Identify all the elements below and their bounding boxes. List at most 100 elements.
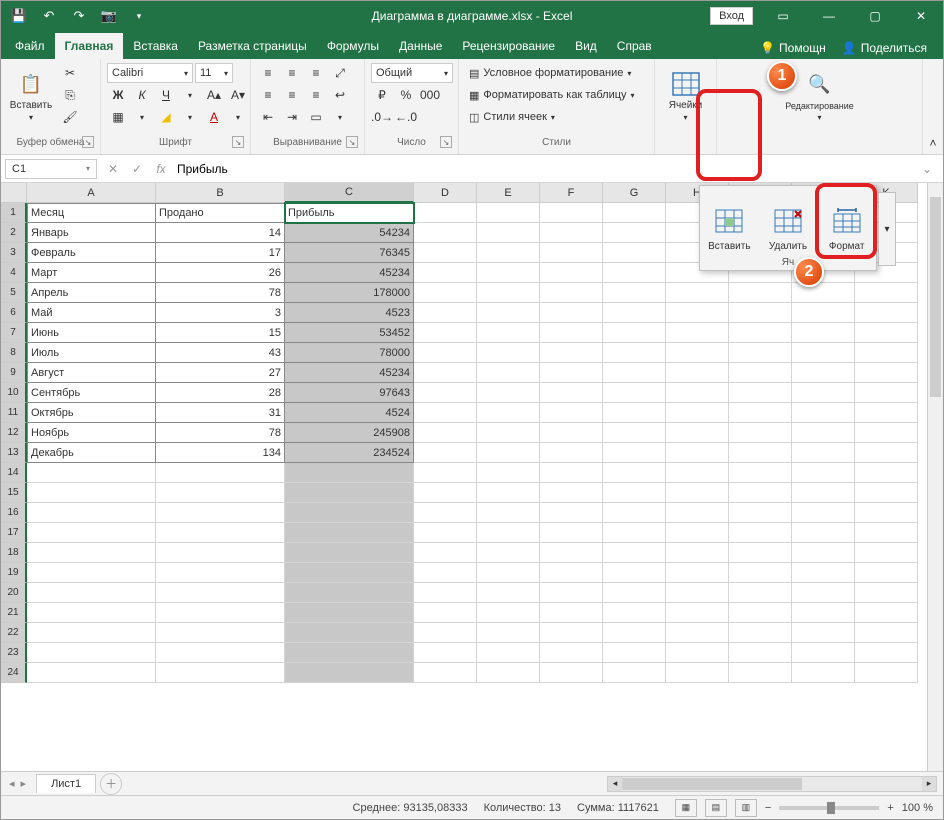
cell[interactable]	[156, 603, 285, 623]
cell[interactable]	[27, 483, 156, 503]
italic-button[interactable]: К	[131, 85, 153, 105]
cell[interactable]	[666, 623, 729, 643]
cell[interactable]	[603, 343, 666, 363]
copy-icon[interactable]: ⎘	[59, 85, 81, 105]
cell[interactable]	[27, 663, 156, 683]
cell[interactable]	[855, 383, 918, 403]
cell[interactable]	[666, 423, 729, 443]
cell[interactable]	[540, 643, 603, 663]
collapse-ribbon-icon[interactable]: ˄	[923, 59, 943, 154]
cell[interactable]	[603, 563, 666, 583]
cell[interactable]	[603, 543, 666, 563]
cell[interactable]	[414, 243, 477, 263]
row-header[interactable]: 18	[1, 543, 27, 563]
cell[interactable]	[27, 503, 156, 523]
cell[interactable]	[666, 523, 729, 543]
cell[interactable]	[540, 543, 603, 563]
cell[interactable]	[855, 463, 918, 483]
expand-formula-bar-icon[interactable]: ⌄	[915, 159, 939, 179]
cell[interactable]: Май	[27, 303, 156, 323]
cell[interactable]	[540, 443, 603, 463]
cell[interactable]	[729, 643, 792, 663]
cell[interactable]	[603, 583, 666, 603]
cell[interactable]	[27, 583, 156, 603]
cell[interactable]	[855, 303, 918, 323]
decrease-font-icon[interactable]: A▾	[227, 85, 249, 105]
align-left-icon[interactable]: ≡	[257, 85, 279, 105]
fill-more[interactable]: ▾	[179, 107, 201, 127]
increase-font-icon[interactable]: A▴	[203, 85, 225, 105]
row-header[interactable]: 13	[1, 443, 27, 463]
cell[interactable]	[414, 563, 477, 583]
cell[interactable]: 78	[156, 423, 285, 443]
cell[interactable]	[477, 263, 540, 283]
cell[interactable]	[540, 203, 603, 223]
cell[interactable]	[540, 243, 603, 263]
cell[interactable]	[603, 323, 666, 343]
row-header[interactable]: 6	[1, 303, 27, 323]
cell[interactable]	[540, 223, 603, 243]
col-header-G[interactable]: G	[603, 183, 666, 203]
cell[interactable]	[540, 403, 603, 423]
cell[interactable]	[540, 463, 603, 483]
cell[interactable]	[414, 403, 477, 423]
cell[interactable]: 26	[156, 263, 285, 283]
cell[interactable]	[477, 583, 540, 603]
editing-button[interactable]: 🔍 Редактирование ▾	[796, 63, 844, 129]
cell[interactable]	[414, 463, 477, 483]
ribbon-display-options-icon[interactable]: ▭	[761, 1, 805, 31]
cell[interactable]	[792, 343, 855, 363]
cell[interactable]	[792, 583, 855, 603]
cell[interactable]	[477, 563, 540, 583]
cell[interactable]	[603, 243, 666, 263]
add-sheet-button[interactable]: ＋	[100, 773, 122, 795]
cell[interactable]	[285, 463, 414, 483]
cell[interactable]	[156, 543, 285, 563]
cell[interactable]	[729, 403, 792, 423]
fill-color-icon[interactable]: ◢	[155, 107, 177, 127]
cell[interactable]	[855, 543, 918, 563]
cell[interactable]	[285, 543, 414, 563]
wrap-text-icon[interactable]: ↩	[329, 85, 351, 105]
undo-icon[interactable]: ↶	[37, 4, 61, 28]
cell[interactable]	[414, 523, 477, 543]
cell[interactable]	[285, 583, 414, 603]
col-header-C[interactable]: C	[285, 183, 414, 203]
tab-insert[interactable]: Вставка	[123, 33, 188, 59]
col-header-B[interactable]: B	[156, 183, 285, 203]
cell[interactable]	[156, 563, 285, 583]
cell[interactable]	[477, 383, 540, 403]
cell[interactable]: 28	[156, 383, 285, 403]
cell[interactable]	[540, 483, 603, 503]
orientation-icon[interactable]: ⤢	[329, 63, 351, 83]
align-middle-icon[interactable]: ≡	[281, 63, 303, 83]
cell[interactable]	[855, 603, 918, 623]
row-header[interactable]: 5	[1, 283, 27, 303]
cell[interactable]	[729, 623, 792, 643]
decrease-indent-icon[interactable]: ⇤	[257, 107, 279, 127]
cell[interactable]	[792, 523, 855, 543]
cell[interactable]	[540, 303, 603, 323]
tab-view[interactable]: Вид	[565, 33, 607, 59]
cell[interactable]	[729, 503, 792, 523]
cell[interactable]	[27, 543, 156, 563]
cell[interactable]	[414, 483, 477, 503]
cell[interactable]	[414, 603, 477, 623]
cell[interactable]	[477, 363, 540, 383]
row-header[interactable]: 2	[1, 223, 27, 243]
cell[interactable]	[666, 323, 729, 343]
tab-page-layout[interactable]: Разметка страницы	[188, 33, 317, 59]
cell[interactable]	[855, 483, 918, 503]
share-button[interactable]: 👤Поделиться	[836, 37, 933, 59]
cell[interactable]	[855, 423, 918, 443]
clipboard-dialog-launcher[interactable]: ↘	[82, 136, 94, 148]
scroll-right-icon[interactable]: ▸	[922, 777, 936, 791]
cell[interactable]	[156, 643, 285, 663]
cell[interactable]	[792, 443, 855, 463]
cell[interactable]	[855, 283, 918, 303]
cell[interactable]	[540, 583, 603, 603]
row-header[interactable]: 23	[1, 643, 27, 663]
cell[interactable]	[729, 603, 792, 623]
cell[interactable]	[729, 363, 792, 383]
align-top-icon[interactable]: ≡	[257, 63, 279, 83]
